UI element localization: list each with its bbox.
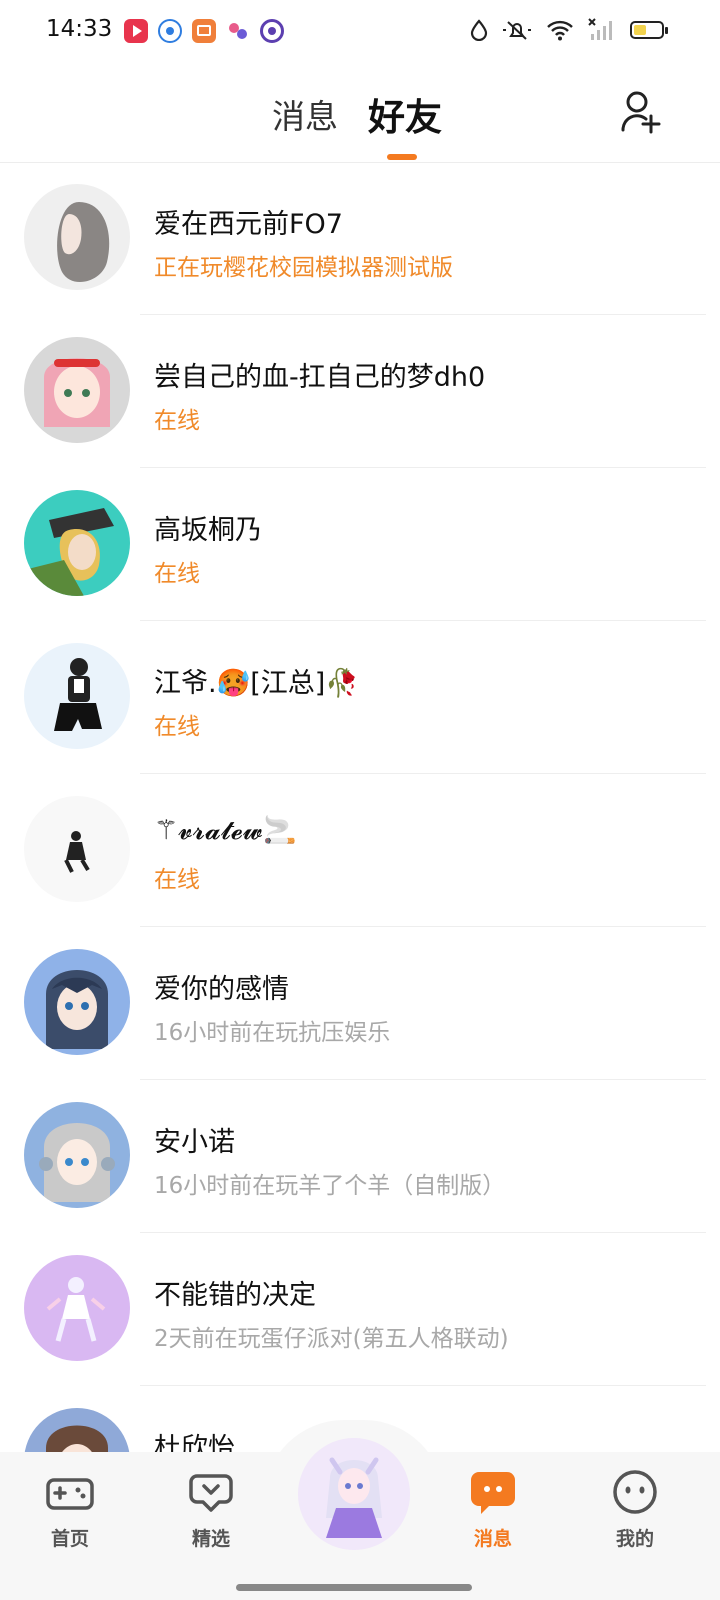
notification-icons bbox=[124, 19, 284, 43]
home-indicator[interactable] bbox=[236, 1584, 472, 1591]
tab-friends[interactable]: 好友 bbox=[368, 87, 442, 141]
friend-status: 在线 bbox=[154, 561, 200, 587]
friend-name: ⚚𝓿𝓻𝓪𝓽𝓮𝔀🚬 bbox=[154, 815, 297, 846]
tracker-app-icon bbox=[260, 19, 284, 43]
avatar[interactable] bbox=[24, 949, 130, 1055]
friend-row[interactable]: 不能错的决定 2天前在玩蛋仔派对(第五人格联动) bbox=[0, 1233, 720, 1386]
water-drop-icon bbox=[470, 19, 488, 41]
nav-label: 首页 bbox=[50, 1528, 89, 1550]
friend-name: 爱你的感情 bbox=[154, 974, 289, 1005]
friend-row[interactable]: 尝自己的血-扛自己的梦dh0 在线 bbox=[0, 315, 720, 468]
nav-picks[interactable]: 精选 bbox=[166, 1468, 256, 1551]
friend-name: 江爷.🥵[江总]🥀 bbox=[154, 668, 359, 699]
system-icons bbox=[470, 18, 668, 42]
gamepad-icon bbox=[46, 1478, 94, 1510]
battery-icon bbox=[630, 21, 668, 39]
video-app-icon bbox=[124, 19, 148, 43]
friend-name: 爱在西元前FO7 bbox=[154, 209, 343, 240]
avatar[interactable] bbox=[24, 1102, 130, 1208]
browser-app-icon bbox=[158, 19, 182, 43]
no-signal-icon bbox=[588, 18, 612, 40]
friend-name: 不能错的决定 bbox=[154, 1280, 316, 1311]
game-center-icon bbox=[226, 19, 250, 43]
friend-status: 2天前在玩蛋仔派对(第五人格联动) bbox=[154, 1326, 509, 1352]
nav-me[interactable]: 我的 bbox=[590, 1468, 680, 1551]
friend-status: 正在玩樱花校园模拟器测试版 bbox=[154, 255, 453, 281]
friend-status: 在线 bbox=[154, 867, 200, 893]
friend-status: 在线 bbox=[154, 714, 200, 740]
status-time: 14:33 bbox=[46, 16, 113, 42]
friend-name: 尝自己的血-扛自己的梦dh0 bbox=[154, 362, 486, 393]
message-icon bbox=[471, 1472, 515, 1514]
avatar[interactable] bbox=[24, 490, 130, 596]
avatar[interactable] bbox=[24, 337, 130, 443]
battery-level bbox=[634, 25, 646, 35]
friend-status: 16小时前在玩羊了个羊（自制版） bbox=[154, 1173, 506, 1199]
nav-label: 精选 bbox=[191, 1528, 230, 1550]
active-tab-indicator bbox=[387, 154, 417, 160]
friend-row[interactable]: 江爷.🥵[江总]🥀 在线 bbox=[0, 621, 720, 774]
friend-row[interactable]: ⚚𝓿𝓻𝓪𝓽𝓮𝔀🚬 在线 bbox=[0, 774, 720, 927]
heart-chat-icon bbox=[189, 1474, 233, 1512]
avatar[interactable] bbox=[24, 184, 130, 290]
friend-status: 在线 bbox=[154, 408, 200, 434]
friend-row[interactable]: 爱你的感情 16小时前在玩抗压娱乐 bbox=[0, 927, 720, 1080]
nav-messages[interactable]: 消息 bbox=[448, 1468, 538, 1551]
add-friend-icon[interactable] bbox=[620, 90, 664, 134]
center-avatar-button[interactable] bbox=[298, 1438, 410, 1550]
avatar[interactable] bbox=[24, 643, 130, 749]
nav-label: 消息 bbox=[473, 1528, 512, 1550]
avatar[interactable] bbox=[24, 1255, 130, 1361]
status-bar: 14:33 bbox=[0, 0, 720, 64]
friend-row[interactable]: 爱在西元前FO7 正在玩樱花校园模拟器测试版 bbox=[0, 162, 720, 315]
friend-status: 16小时前在玩抗压娱乐 bbox=[154, 1020, 391, 1046]
nav-home[interactable]: 首页 bbox=[25, 1468, 115, 1551]
friend-name: 高坂桐乃 bbox=[154, 515, 262, 546]
friend-list: 爱在西元前FO7 正在玩樱花校园模拟器测试版 尝自己的血-扛自己的梦dh0 在线… bbox=[0, 162, 720, 1539]
face-icon bbox=[613, 1470, 657, 1514]
avatar[interactable] bbox=[24, 796, 130, 902]
friend-row[interactable]: 高坂桐乃 在线 bbox=[0, 468, 720, 621]
tab-messages[interactable]: 消息 bbox=[272, 90, 338, 138]
header: 消息 好友 bbox=[0, 64, 720, 163]
friend-row[interactable]: 安小诺 16小时前在玩羊了个羊（自制版） bbox=[0, 1080, 720, 1233]
wifi-icon bbox=[547, 20, 573, 41]
mute-icon bbox=[503, 21, 531, 40]
nav-label: 我的 bbox=[615, 1528, 654, 1550]
reader-app-icon bbox=[192, 19, 216, 43]
friend-name: 安小诺 bbox=[154, 1127, 235, 1158]
